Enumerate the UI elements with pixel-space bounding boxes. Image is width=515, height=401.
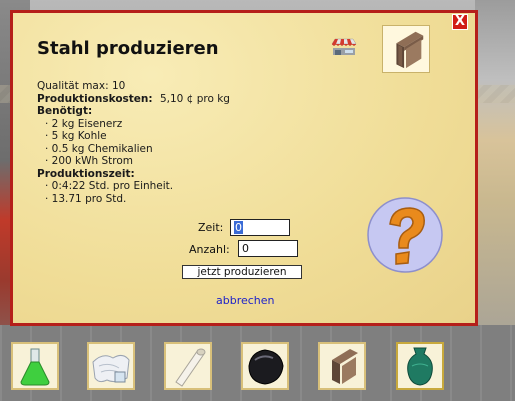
zeit-value: 0	[234, 221, 243, 234]
zeit-label: Zeit:	[198, 221, 224, 234]
anzahl-input[interactable]: 0	[238, 240, 298, 257]
dialog-title: Stahl produzieren	[37, 38, 219, 59]
needed-label: Benötigt:	[37, 105, 93, 117]
help-question-icon[interactable]	[366, 196, 444, 274]
shop-icon[interactable]	[331, 38, 357, 56]
time-item: · 13.71 pro Std.	[45, 192, 127, 205]
product-info: Qualität max: 10 Produktionskosten: 5,10…	[37, 80, 230, 205]
vase-icon	[407, 347, 433, 386]
quality-text: Qualität max: 10	[37, 80, 126, 92]
time-item: · 0:4:22 Std. pro Einheit.	[45, 180, 174, 192]
zeit-input[interactable]: 0	[230, 219, 290, 236]
steel-beam-icon	[332, 349, 358, 384]
tile-cloth[interactable]	[87, 342, 135, 390]
cost-value: 5,10 ¢ pro kg	[159, 92, 230, 105]
needed-item: · 200 kWh Strom	[45, 155, 134, 167]
needed-item: · 5 kg Kohle	[45, 130, 107, 142]
cloth-icon	[92, 354, 130, 383]
cancel-link[interactable]: abbrechen	[216, 294, 275, 307]
tile-rubber-block[interactable]	[241, 342, 289, 390]
close-button[interactable]: X	[452, 14, 468, 30]
time-label: Produktionszeit:	[37, 167, 135, 180]
anzahl-label: Anzahl:	[189, 243, 230, 256]
flask-icon	[20, 348, 50, 386]
rubber-block-icon	[248, 349, 284, 385]
produce-now-button[interactable]: jetzt produzieren	[182, 265, 302, 279]
steel-beam-icon	[396, 31, 424, 69]
tile-vase[interactable]	[396, 342, 444, 390]
needed-item: · 0.5 kg Chemikalien	[45, 142, 153, 155]
cost-label: Produktionskosten:	[37, 92, 153, 105]
tile-paper-roll[interactable]	[164, 342, 212, 390]
needed-item: · 2 kg Eisenerz	[45, 117, 123, 130]
product-image	[382, 25, 430, 73]
tile-flask[interactable]	[11, 342, 59, 390]
anzahl-value: 0	[242, 242, 249, 255]
paper-roll-icon	[175, 348, 206, 387]
tile-steel-beam[interactable]	[318, 342, 366, 390]
